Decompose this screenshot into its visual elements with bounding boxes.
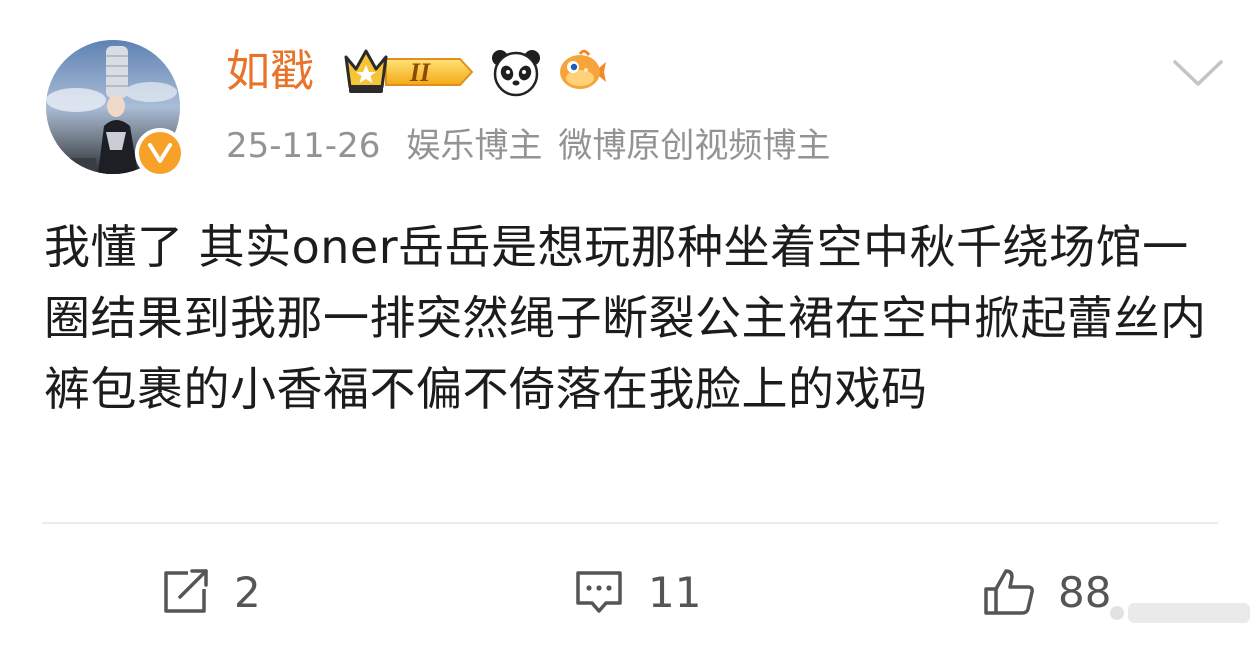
watermark-bar (1128, 603, 1250, 623)
user-badges: II (342, 44, 608, 100)
comment-count: 11 (648, 567, 702, 617)
user-tag: 娱乐博主 (406, 126, 543, 166)
fish-icon[interactable] (556, 46, 608, 98)
post-text: 我懂了 其实oner岳岳是想玩那种坐着空中秋千绕场馆一圈结果到我那一排突然绳子断… (44, 220, 1207, 416)
chevron-down-icon[interactable] (1172, 56, 1224, 90)
username[interactable]: 如戳 (226, 42, 314, 102)
weibo-post: 如戳 II 25-11-26 娱乐博主 微博原创视频博主 我懂了 其实oner岳… (0, 0, 1260, 648)
repost-icon (164, 569, 208, 613)
post-date: 25-11-26 (226, 126, 381, 166)
repost-button[interactable]: 2 (158, 556, 261, 628)
verified-v-icon (148, 143, 172, 163)
crown-badge-icon[interactable]: II (342, 45, 476, 99)
panda-icon[interactable] (490, 46, 542, 98)
comment-button[interactable]: 11 (572, 556, 701, 628)
post-meta: 25-11-26 娱乐博主 微博原创视频博主 (226, 120, 846, 172)
watermark-dot (1110, 606, 1124, 620)
level-badge-label: II (409, 58, 431, 87)
verified-badge (135, 128, 185, 178)
watermark (1110, 594, 1250, 632)
like-count: 88 (1058, 567, 1112, 617)
divider (42, 522, 1218, 524)
repost-count: 2 (234, 567, 261, 617)
thumbs-up-icon (984, 569, 1034, 615)
user-tag: 微博原创视频博主 (558, 126, 831, 166)
comment-icon (576, 571, 622, 613)
like-button[interactable]: 88 (982, 556, 1111, 628)
